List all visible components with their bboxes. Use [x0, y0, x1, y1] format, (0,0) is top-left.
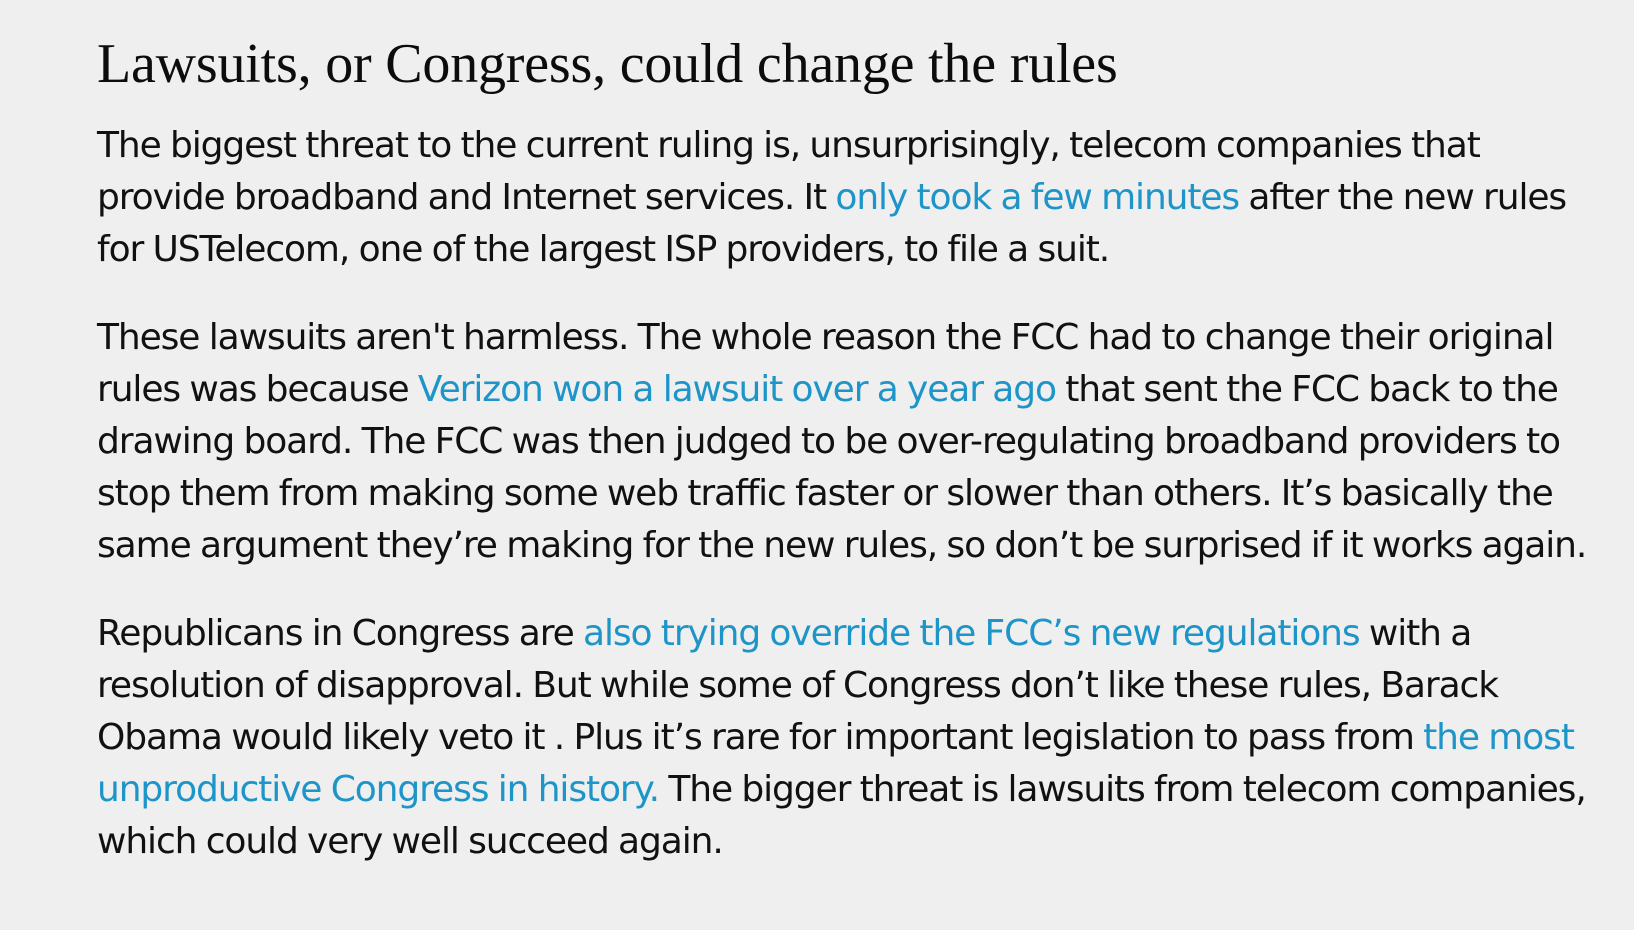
- paragraph-3-text-1: Republicans in Congress are: [97, 613, 584, 654]
- paragraph-2: These lawsuits aren't harmless. The whol…: [97, 312, 1587, 572]
- link-only-took-a-few-minutes[interactable]: only took a few minutes: [835, 177, 1240, 218]
- section-heading: Lawsuits, or Congress, could change the …: [97, 33, 1118, 95]
- paragraph-3: Republicans in Congress are also trying …: [97, 608, 1587, 868]
- article-body: Lawsuits, or Congress, could change the …: [97, 0, 1587, 868]
- paragraph-1: The biggest threat to the current ruling…: [97, 120, 1587, 276]
- link-override-fcc-regulations[interactable]: also trying override the FCC’s new regul…: [583, 613, 1361, 654]
- link-verizon-lawsuit[interactable]: Verizon won a lawsuit over a year ago: [418, 369, 1057, 410]
